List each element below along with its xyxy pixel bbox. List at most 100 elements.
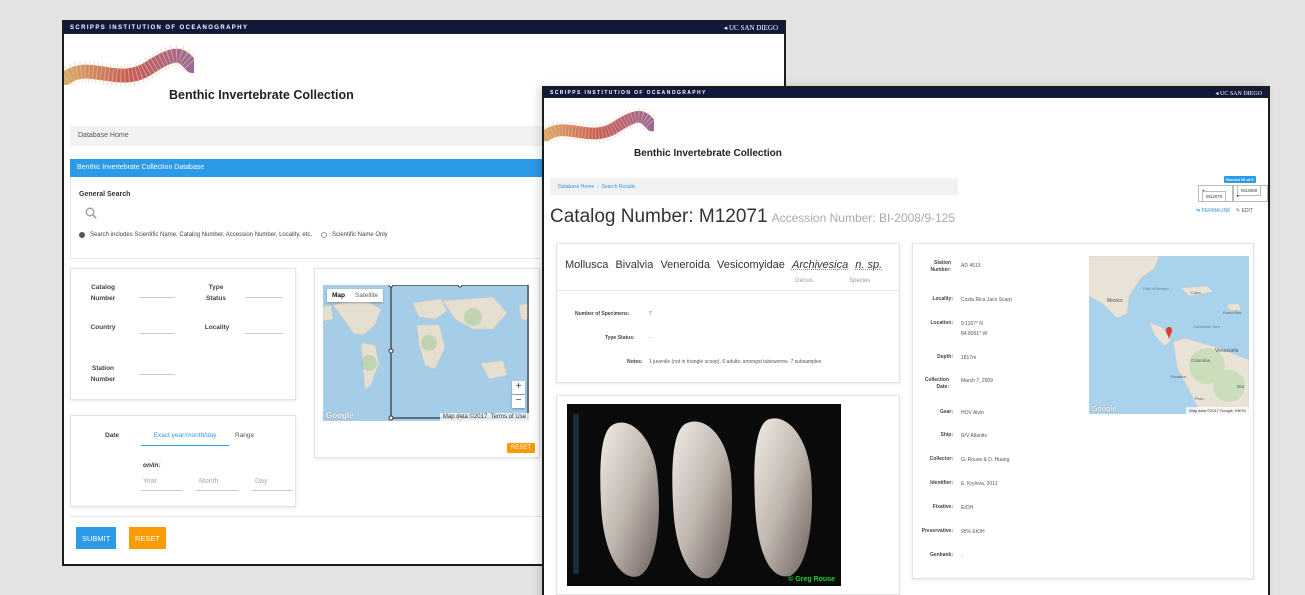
species-rank-label: Species — [849, 278, 870, 284]
taxonomy-line: Mollusca Bivalvia Veneroida Vesicomyidae… — [565, 259, 886, 271]
station-map[interactable]: Mexico Gulf of Mexico Cuba Puerto Rico C… — [1089, 256, 1249, 414]
institution-name[interactable]: SCRIPPS INSTITUTION OF OCEANOGRAPHY — [70, 25, 248, 31]
radio-scientific-name-label: Scientific Name Only — [332, 232, 388, 238]
date-card: Date Exact year/month/day Range on/in: Y… — [70, 415, 296, 507]
zoom-out-button[interactable]: − — [512, 395, 525, 408]
date-label: Date — [97, 430, 127, 441]
institution-name[interactable]: SCRIPPS INSTITUTION OF OCEANOGRAPHY — [550, 90, 707, 96]
general-search-label: General Search — [79, 191, 130, 198]
specimen-photo-card: © Greg Rouse — [556, 395, 900, 595]
radio-scientific-name[interactable] — [321, 232, 327, 238]
identifier-label: Identifier: — [915, 480, 953, 487]
record-window: SCRIPPS INSTITUTION OF OCEANOGRAPHY ◂ UC… — [542, 86, 1270, 595]
notes-value: 1 juvenile (not in triangle scoop), 6 ad… — [649, 359, 821, 365]
submit-button[interactable]: SUBMIT — [76, 527, 116, 549]
ship-label: Ship: — [915, 432, 953, 439]
collection-date-value: March 7, 2009 — [961, 377, 993, 385]
map-label-brazil: Bra — [1237, 384, 1245, 389]
next-record-button[interactable]: M12080 ▸ — [1233, 185, 1268, 202]
day-input[interactable]: Day — [255, 478, 267, 485]
month-input[interactable]: Month — [199, 478, 218, 485]
ship-value: R/V Atlantis — [961, 432, 987, 440]
taxonomy-card: Mollusca Bivalvia Veneroida Vesicomyidae… — [556, 243, 900, 383]
edit-link[interactable]: ✎ EDIT — [1236, 208, 1253, 214]
photo-credit: © Greg Rouse — [788, 576, 835, 583]
polychaete-worm-logo[interactable] — [544, 102, 654, 154]
specimen-photo[interactable]: © Greg Rouse — [567, 404, 841, 586]
tab-exact-date[interactable]: Exact year/month/day — [141, 432, 229, 446]
species[interactable]: n. sp. — [855, 259, 882, 271]
map-reset-button[interactable]: RESET — [507, 443, 535, 453]
world-map-graphic — [323, 285, 529, 421]
accession-number: Accession Number: BI-2008/9-125 — [772, 211, 955, 225]
map-label-cuba: Cuba — [1191, 290, 1201, 295]
station-number-value: AD 4513 — [961, 262, 980, 270]
map-label-mexico: Mexico — [1107, 298, 1123, 304]
locality-value: Costa Rica Jaco Scarp — [961, 296, 1012, 304]
taxonomy-divider — [557, 290, 899, 291]
site-title[interactable]: Benthic Invertebrate Collection — [169, 88, 354, 102]
station-number-label: Station Number — [85, 363, 121, 385]
type-status-value: - — [649, 335, 651, 341]
radio-all-fields[interactable] — [79, 232, 85, 238]
radio-all-fields-label: Search includes Scientific Name, Catalog… — [90, 232, 312, 238]
month-input-line — [195, 490, 239, 491]
zoom-in-button[interactable]: + — [512, 381, 525, 394]
site-banner: Benthic Invertebrate Collection — [544, 98, 1268, 162]
ucsd-logo[interactable]: ◂ UC SAN DIEGO — [1215, 90, 1262, 97]
breadcrumb-search-results[interactable]: Search Results — [602, 184, 636, 190]
breadcrumb-home[interactable]: Database Home — [78, 132, 129, 139]
breadcrumb-separator: / — [597, 184, 598, 190]
google-logo[interactable]: Google — [1092, 406, 1116, 413]
search-icon[interactable] — [85, 207, 97, 219]
search-map[interactable]: Map Satellite + − Google Map data ©2017 … — [323, 285, 529, 421]
breadcrumb: Database Home / Search Results — [550, 178, 958, 195]
gear-label: Gear: — [915, 409, 953, 416]
record-pager: ◂ M12070 M12080 ▸ — [1198, 185, 1268, 202]
satellite-tab[interactable]: Satellite — [350, 289, 383, 302]
station-number-input[interactable] — [139, 374, 175, 375]
country-label: Country — [85, 322, 121, 333]
on-in-label: on/in: — [143, 462, 161, 469]
genbank-value: - — [961, 552, 963, 560]
map-label-caribbean: Caribbean Sea — [1193, 324, 1220, 329]
tab-range[interactable]: Range — [235, 432, 254, 439]
reset-button[interactable]: RESET — [129, 527, 166, 549]
catalog-number-input[interactable] — [139, 297, 175, 298]
type-status-input[interactable] — [245, 297, 283, 298]
institution-bar: SCRIPPS INSTITUTION OF OCEANOGRAPHY ◂ UC… — [544, 88, 1268, 98]
depth-label: Depth: — [915, 354, 953, 361]
terms-of-use-link[interactable]: Terms of Use — [491, 414, 526, 420]
genus[interactable]: Archivesica — [792, 259, 848, 271]
search-scope-options: Search includes Scientific Name, Catalog… — [79, 232, 388, 238]
station-number-label: Station Number: — [915, 260, 951, 274]
search-map-card: Map Satellite + − Google Map data ©2017 … — [314, 268, 540, 458]
permalink-link[interactable]: ⇆ PERMALINK — [1196, 208, 1231, 214]
site-title[interactable]: Benthic Invertebrate Collection — [634, 148, 782, 159]
notes-label: Notes: — [627, 359, 643, 365]
ucsd-logo[interactable]: ◂ UC SAN DIEGO — [724, 24, 778, 32]
locality-input[interactable] — [245, 333, 283, 334]
phylum: Mollusca — [565, 259, 608, 271]
fixative-value: EtOH — [961, 504, 973, 512]
map-label-colombia: Colombia — [1191, 358, 1211, 363]
google-logo[interactable]: Google — [326, 411, 354, 420]
map-tab[interactable]: Map — [327, 289, 350, 302]
class: Bivalvia — [615, 259, 653, 271]
breadcrumb-home[interactable]: Database Home — [558, 184, 594, 190]
map-label-peru: Peru — [1195, 396, 1203, 401]
record-actions: ⇆ PERMALINK ✎ EDIT — [1196, 208, 1253, 214]
country-input[interactable] — [139, 333, 175, 334]
record-count-badge: Record #6 of 6 — [1224, 176, 1256, 183]
longitude-value: 84.8051° W — [961, 330, 987, 338]
identifier-value: E. Krylova, 2012 — [961, 480, 998, 488]
collector-label: Collector: — [915, 456, 953, 463]
advanced-fields-card: Catalog Number Type Status Country Local… — [70, 268, 296, 400]
clam-shells-image — [567, 404, 841, 586]
latitude-value: 9.1167° N — [961, 320, 983, 328]
location-label: Location: — [915, 320, 953, 327]
fixative-label: Fixative: — [915, 504, 953, 511]
type-status-label: Type Status: — [605, 335, 635, 341]
prev-record-button[interactable]: ◂ M12070 — [1198, 185, 1233, 202]
year-input[interactable]: Year — [143, 478, 157, 485]
